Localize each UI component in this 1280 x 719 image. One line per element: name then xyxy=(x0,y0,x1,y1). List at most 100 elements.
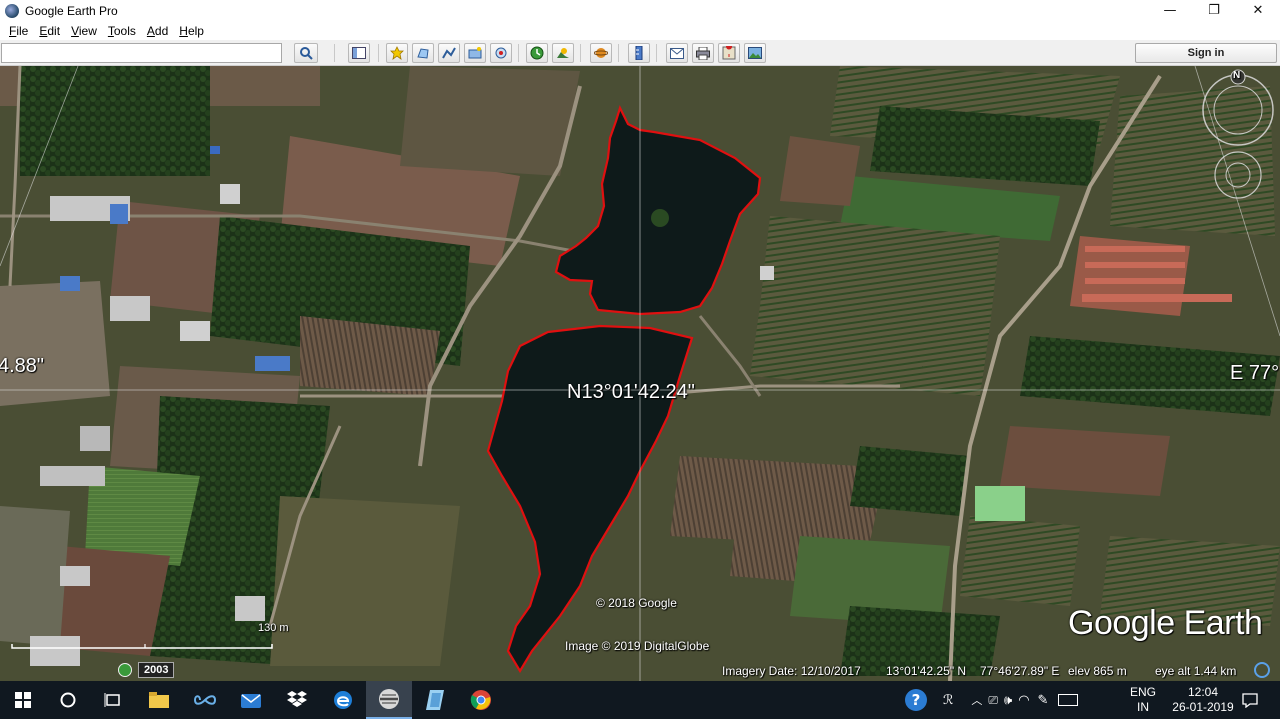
copyright-imagery: Image © 2019 DigitalGlobe xyxy=(565,639,710,653)
print-icon xyxy=(696,46,710,60)
scale-label: 130 m xyxy=(258,622,289,634)
task-view-icon xyxy=(104,693,120,707)
notes-app-button[interactable] xyxy=(412,681,458,719)
search-taskbar-button[interactable] xyxy=(45,681,91,719)
title-bar: Google Earth Pro xyxy=(0,0,1280,21)
longitude-edge-label: E 77° xyxy=(1230,362,1280,384)
eye-altitude: eye alt 1.44 km xyxy=(1155,664,1237,678)
email-button[interactable] xyxy=(666,43,688,63)
historical-imagery-icon xyxy=(530,46,544,60)
switch-planet-button[interactable] xyxy=(590,43,612,63)
restore-button[interactable]: ❐ xyxy=(1192,0,1236,21)
maps-icon xyxy=(722,46,736,60)
chrome-button[interactable] xyxy=(458,681,504,719)
taskbar: ? ℛ ︿ ⎚ 🕪 ◠ ✎ ENG IN 12:04 26-01-2019 xyxy=(0,681,1280,719)
mail-icon xyxy=(241,694,261,708)
google-earth-icon xyxy=(379,689,399,709)
ruler-button[interactable] xyxy=(628,43,650,63)
notes-icon xyxy=(426,690,444,710)
system-tray: ? ℛ ︿ ⎚ 🕪 ◠ ✎ xyxy=(905,681,1079,719)
task-view-button[interactable] xyxy=(90,681,136,719)
search-icon xyxy=(300,47,313,60)
folder-icon xyxy=(149,692,169,708)
infinity-icon xyxy=(194,695,216,705)
google-earth-app-icon xyxy=(5,3,19,18)
save-image-button[interactable] xyxy=(744,43,766,63)
add-image-overlay-button[interactable] xyxy=(464,43,486,63)
windows-icon xyxy=(15,692,31,708)
toolbar-separator xyxy=(518,44,519,62)
menu-help[interactable]: Help xyxy=(179,24,204,38)
window-title: Google Earth Pro xyxy=(25,3,118,18)
cursor-longitude: 77°46'27.89" E xyxy=(980,664,1060,678)
close-button[interactable]: ✕ xyxy=(1236,0,1280,21)
record-tour-button[interactable] xyxy=(490,43,512,63)
add-placemark-button[interactable] xyxy=(386,43,408,63)
toolbar-separator xyxy=(334,44,335,62)
add-path-button[interactable] xyxy=(438,43,460,63)
chevron-up-icon[interactable]: ︿ xyxy=(971,692,982,708)
sign-in-button[interactable]: Sign in xyxy=(1135,43,1277,63)
google-earth-watermark: Google Earth xyxy=(1068,604,1263,642)
menu-edit[interactable]: Edit xyxy=(39,24,60,38)
google-earth-taskbar-button[interactable] xyxy=(366,681,412,719)
infinity-app-button[interactable] xyxy=(182,681,228,719)
menu-bar: File Edit View Tools Add Help xyxy=(0,21,1280,40)
start-button[interactable] xyxy=(0,681,46,719)
edge-icon xyxy=(334,691,352,709)
copyright-google: © 2018 Google xyxy=(596,596,677,610)
planet-icon xyxy=(594,48,608,58)
view-in-maps-button[interactable] xyxy=(718,43,740,63)
menu-file[interactable]: File xyxy=(9,24,28,38)
compass-north-label[interactable]: N xyxy=(1233,70,1240,81)
toolbar-separator xyxy=(580,44,581,62)
email-icon xyxy=(670,47,684,59)
print-button[interactable] xyxy=(692,43,714,63)
menu-view[interactable]: View xyxy=(71,24,97,38)
sunlight-button[interactable] xyxy=(552,43,574,63)
wifi-icon[interactable]: ◠ xyxy=(1018,693,1029,708)
language-bottom: IN xyxy=(1137,700,1149,714)
search-input[interactable] xyxy=(1,43,282,63)
image-overlay-icon xyxy=(468,47,482,59)
toolbar-separator xyxy=(618,44,619,62)
notification-button[interactable] xyxy=(1240,681,1260,719)
volume-icon[interactable]: 🕪 xyxy=(1004,693,1012,708)
sidebar-toggle-button[interactable] xyxy=(348,43,370,63)
cortana-icon xyxy=(60,692,76,708)
mail-button[interactable] xyxy=(228,681,274,719)
file-explorer-button[interactable] xyxy=(136,681,182,719)
toolbar-separator xyxy=(378,44,379,62)
people-icon[interactable]: ℛ xyxy=(943,693,953,708)
historical-imagery-button[interactable] xyxy=(526,43,548,63)
menu-add[interactable]: Add xyxy=(147,24,168,38)
toolbar-separator xyxy=(656,44,657,62)
help-icon[interactable]: ? xyxy=(905,689,927,711)
save-image-icon xyxy=(748,47,762,59)
edge-browser-button[interactable] xyxy=(320,681,366,719)
search-button[interactable] xyxy=(294,43,318,63)
elevation: elev 865 m xyxy=(1068,664,1127,678)
path-icon xyxy=(442,47,456,59)
network-icon[interactable]: ⎚ xyxy=(988,693,998,708)
clock-time: 12:04 xyxy=(1187,685,1219,699)
sidebar-icon xyxy=(352,47,366,59)
latitude-edge-label: 4.88" xyxy=(0,355,45,377)
add-polygon-button[interactable] xyxy=(412,43,434,63)
clock[interactable]: 12:04 26-01-2019 xyxy=(1172,681,1234,719)
menu-tools[interactable]: Tools xyxy=(108,24,136,38)
keyboard-icon[interactable] xyxy=(1058,694,1079,706)
placemark-icon xyxy=(390,46,404,60)
language-indicator[interactable]: ENG IN xyxy=(1130,681,1156,719)
map-view[interactable]: N N13°01'42.24" E 77° 4.88" © 2018 Googl… xyxy=(0,66,1280,681)
record-tour-icon xyxy=(495,47,507,59)
notification-icon xyxy=(1242,692,1258,708)
minimize-button[interactable]: — xyxy=(1148,0,1192,21)
cursor-latitude: 13°01'42.25" N xyxy=(886,664,967,678)
chrome-icon xyxy=(470,690,491,710)
sunlight-icon xyxy=(557,48,569,58)
dropbox-button[interactable] xyxy=(274,681,320,719)
toolbar: Sign in xyxy=(0,40,1280,66)
pen-icon[interactable]: ✎ xyxy=(1038,693,1049,708)
language-top: ENG xyxy=(1130,685,1157,699)
